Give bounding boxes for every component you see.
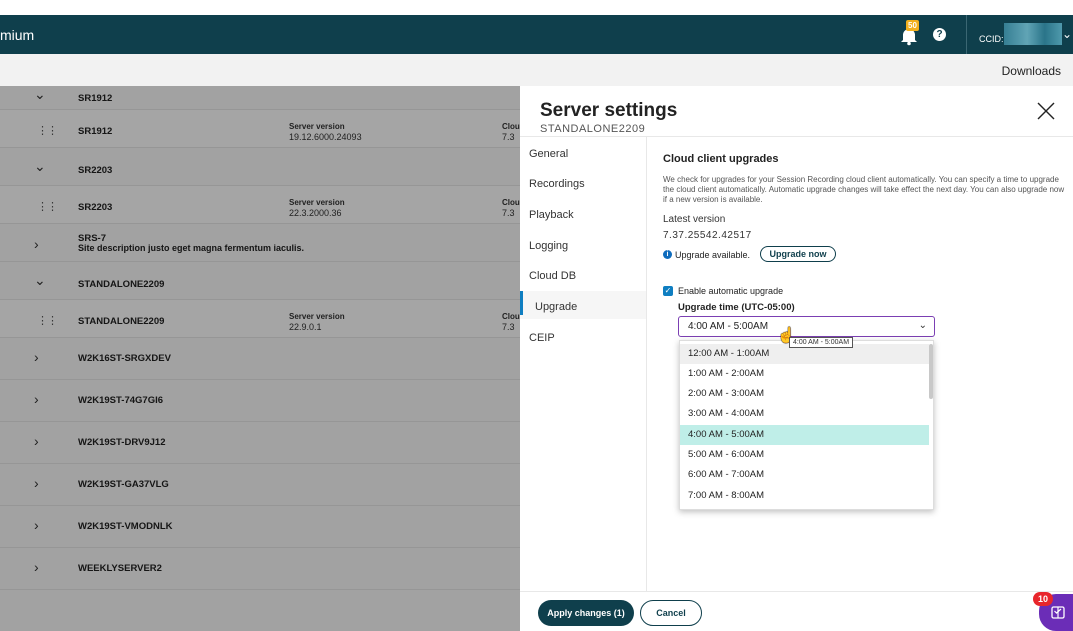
cancel-button[interactable]: Cancel (640, 600, 702, 626)
nav-active-indicator (520, 291, 523, 315)
nav-item-general[interactable]: General (529, 148, 568, 160)
chevron-down-icon[interactable]: ⌄ (1062, 27, 1072, 41)
book-icon (1051, 606, 1065, 619)
upgrade-available-text: Upgrade available. (675, 250, 751, 260)
enable-auto-upgrade-label[interactable]: Enable automatic upgrade (678, 286, 783, 296)
nav-item-ceip[interactable]: CEIP (529, 332, 555, 344)
dropdown-option[interactable]: 6:00 AM - 7:00AM (680, 465, 929, 485)
nav-item-logging[interactable]: Logging (529, 240, 568, 252)
upgrade-time-select[interactable]: 4:00 AM - 5:00AM ⌄ (678, 316, 935, 337)
nav-item-recordings[interactable]: Recordings (529, 178, 585, 190)
dropdown-option[interactable]: 2:00 AM - 3:00AM (680, 384, 929, 404)
sub-toolbar: Downloads (0, 54, 1073, 86)
chevron-down-icon[interactable]: ⌄ (919, 320, 927, 331)
modal-backdrop[interactable] (0, 86, 520, 631)
info-icon: i (663, 250, 672, 259)
latest-version-label: Latest version (663, 214, 726, 225)
apply-changes-button[interactable]: Apply changes (1) (538, 600, 634, 626)
nav-item-upgrade[interactable]: Upgrade (535, 301, 577, 313)
app-brand: mium (0, 27, 35, 43)
dropdown-option[interactable]: 7:00 AM - 8:00AM (680, 486, 929, 506)
upgrade-time-value: 4:00 AM - 5:00AM (688, 321, 769, 332)
help-icon[interactable]: ? (933, 28, 946, 41)
divider (520, 591, 1073, 592)
panel-subtitle: STANDALONE2209 (540, 123, 646, 135)
app-header: mium 50 ? CCID: ⌄ (0, 15, 1073, 54)
notification-badge: 50 (906, 20, 919, 31)
nav-item-playback[interactable]: Playback (529, 209, 574, 221)
latest-version-value: 7.37.25542.42517 (663, 230, 752, 241)
top-strip (0, 0, 1073, 15)
upgrade-now-button[interactable]: Upgrade now (760, 246, 836, 262)
downloads-link[interactable]: Downloads (1002, 64, 1061, 78)
divider (646, 136, 647, 591)
dropdown-option[interactable]: 5:00 AM - 6:00AM (680, 445, 929, 465)
tooltip: 4:00 AM - 5:00AM (789, 337, 854, 348)
dropdown-scrollbar[interactable] (929, 344, 933, 399)
enable-auto-upgrade-checkbox[interactable]: ✓ (663, 286, 673, 296)
dropdown-option-selected[interactable]: 4:00 AM - 5:00AM (680, 425, 929, 445)
divider (520, 136, 1073, 137)
header-divider (966, 15, 967, 54)
dropdown-option[interactable]: 3:00 AM - 4:00AM (680, 404, 929, 424)
nav-item-cloud-db[interactable]: Cloud DB (529, 270, 576, 282)
close-icon[interactable] (1035, 100, 1057, 122)
fab-badge: 10 (1033, 592, 1053, 606)
account-name-redacted[interactable] (1004, 23, 1062, 45)
panel-title: Server settings (540, 100, 678, 121)
dropdown-option[interactable]: 1:00 AM - 2:00AM (680, 364, 929, 384)
section-title: Cloud client upgrades (663, 153, 779, 165)
upgrade-time-label: Upgrade time (UTC-05:00) (678, 302, 795, 313)
upgrade-time-dropdown: 12:00 AM - 1:00AM 1:00 AM - 2:00AM 2:00 … (679, 340, 934, 510)
ccid-label: CCID: (979, 34, 1004, 44)
section-description: We check for upgrades for your Session R… (663, 175, 1065, 204)
